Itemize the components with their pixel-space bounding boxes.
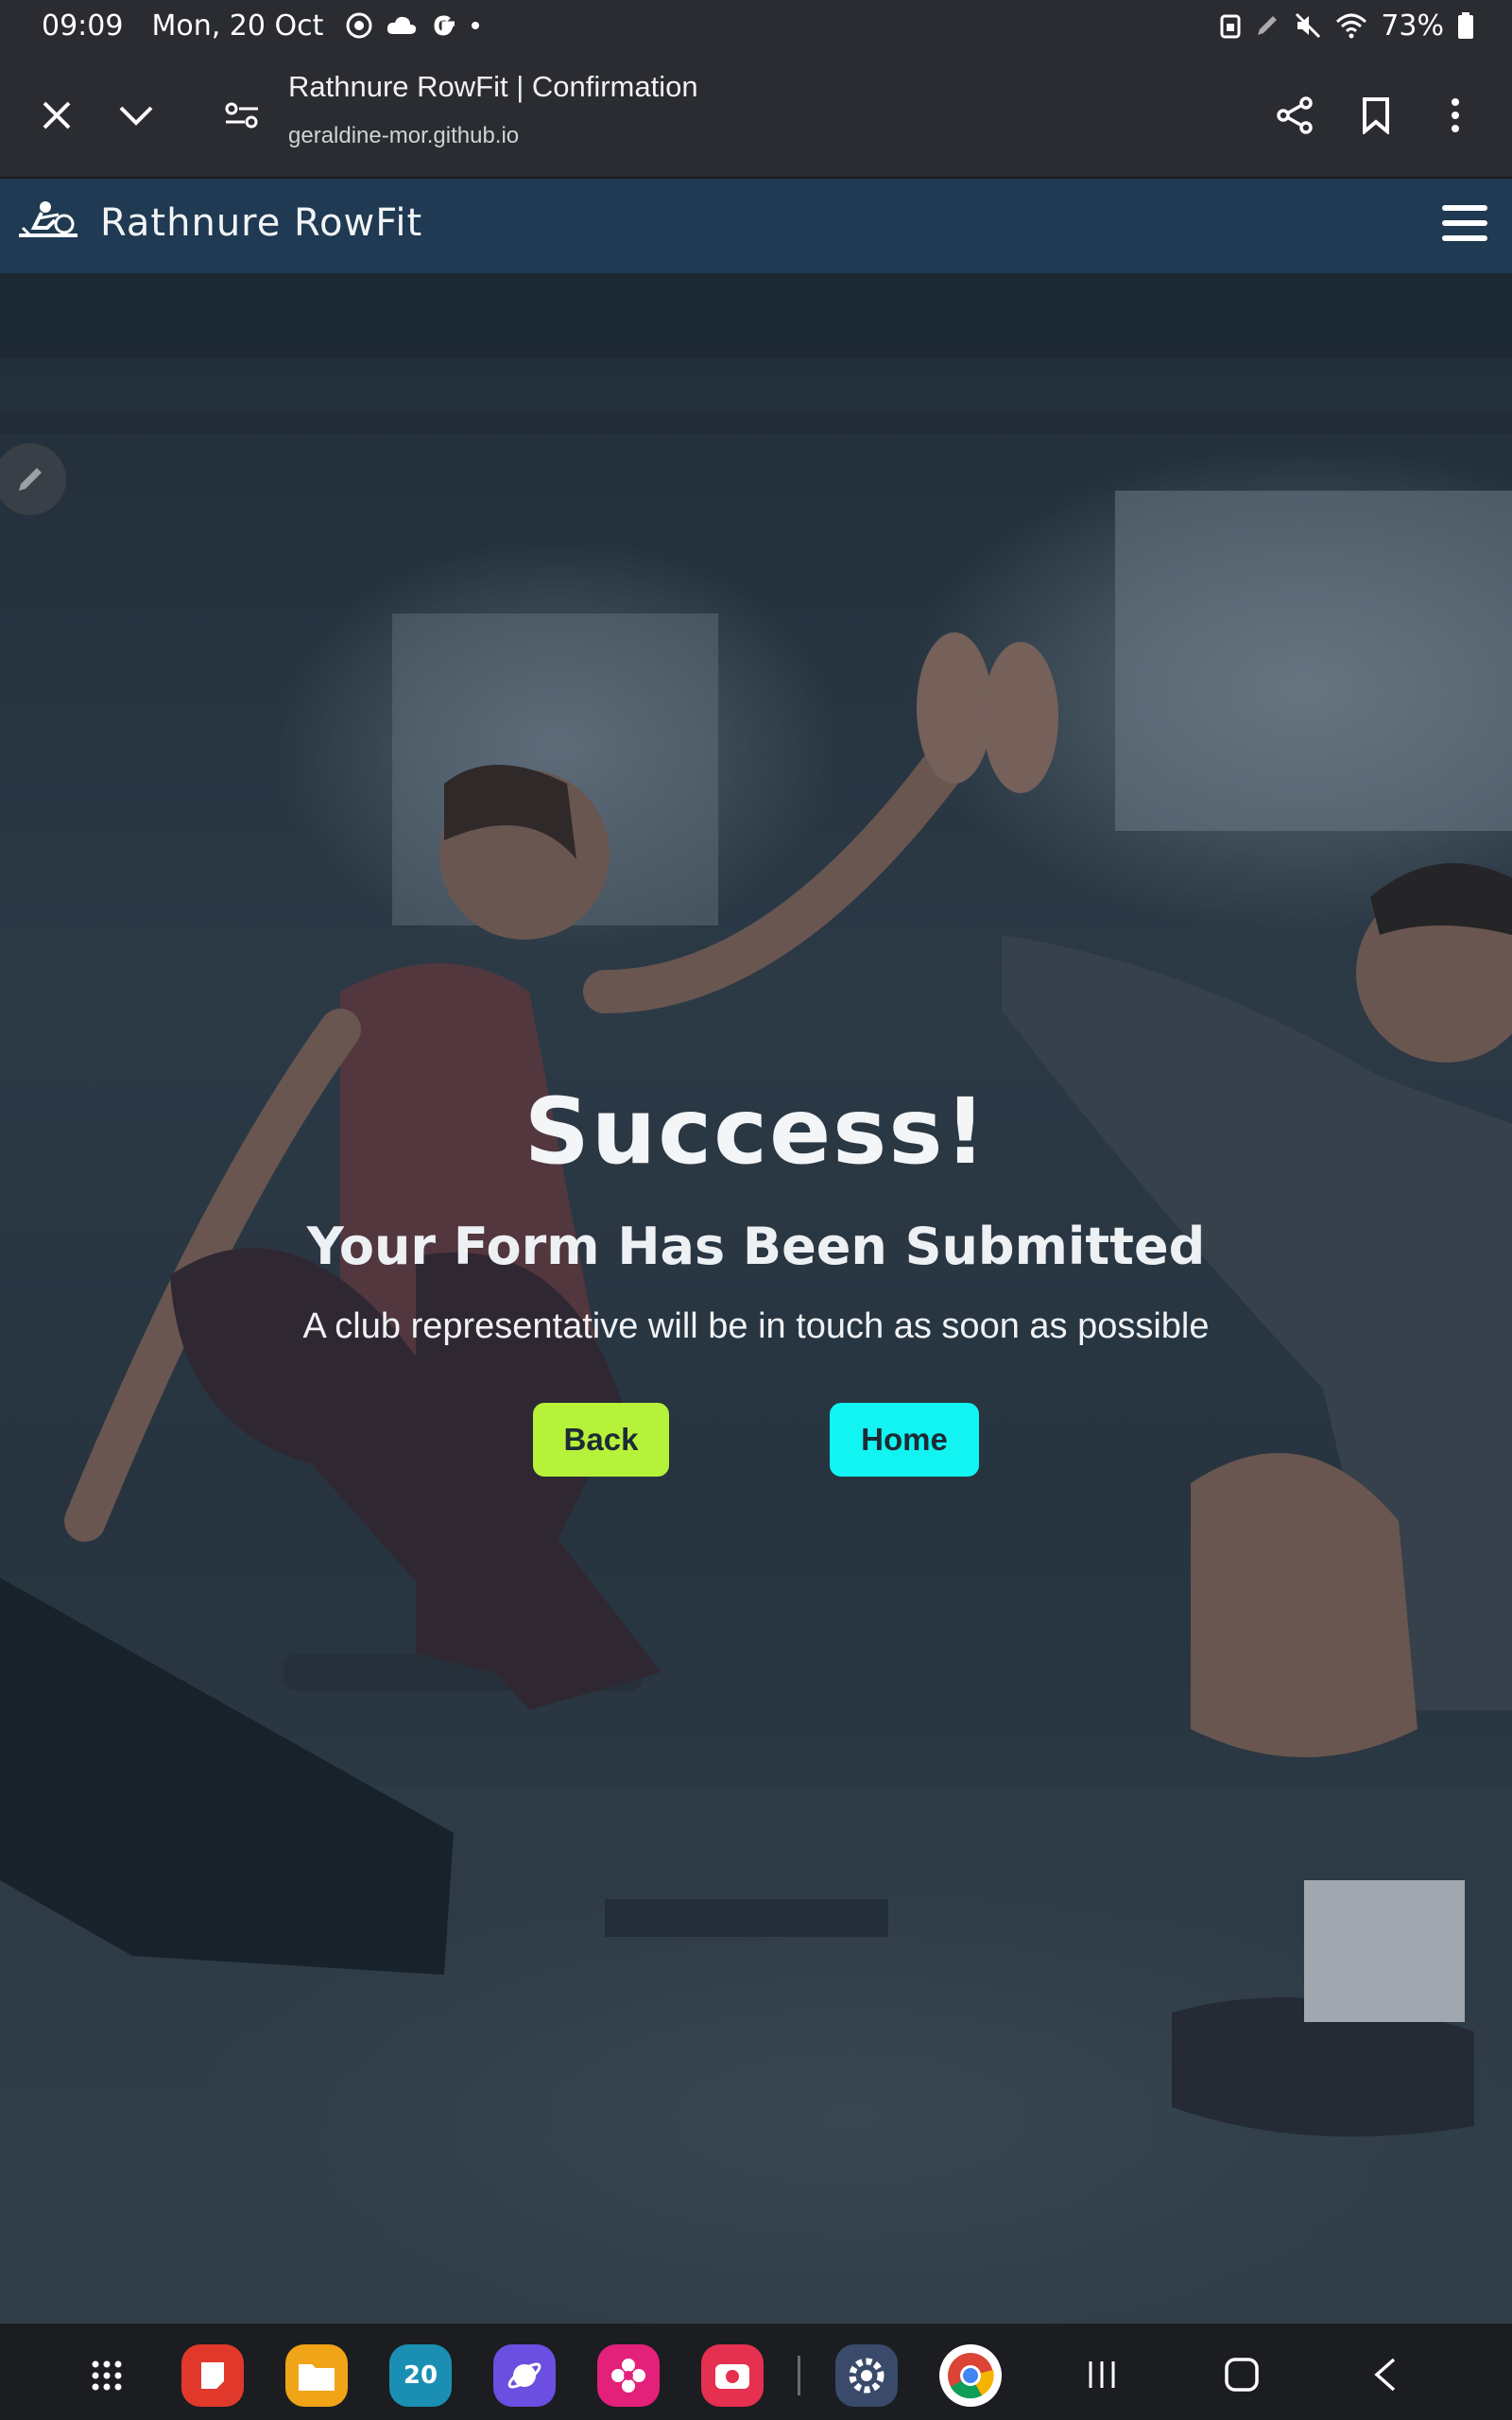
internet-app-icon[interactable] (493, 2344, 556, 2407)
success-heading: Success! (524, 1079, 988, 1184)
hero-section: Success! Your Form Has Been Submitted A … (0, 273, 1512, 2324)
confirmation-message: A club representative will be in touch a… (302, 1306, 1210, 1346)
page-title[interactable]: Rathnure RowFit | Confirmation (288, 70, 698, 104)
lock-battery-icon (1220, 12, 1241, 39)
home-square-icon (1225, 2358, 1259, 2392)
pen-icon (1254, 12, 1280, 39)
back-button[interactable]: Back (533, 1403, 669, 1477)
wifi-icon (1335, 12, 1367, 39)
site-settings-button[interactable] (215, 89, 268, 142)
notification-icons (344, 10, 480, 41)
back-nav-button[interactable] (1363, 2352, 1408, 2397)
files-app-icon[interactable] (285, 2344, 348, 2407)
notes-app-icon[interactable] (181, 2344, 244, 2407)
google-icon (429, 10, 459, 41)
home-button[interactable]: Home (830, 1403, 979, 1477)
page-url[interactable]: geraldine-mor.github.io (288, 123, 519, 149)
rower-logo-icon[interactable] (17, 199, 79, 243)
brand-name[interactable]: Rathnure RowFit (100, 201, 422, 245)
sync-icon (344, 10, 374, 41)
calendar-day: 20 (403, 2361, 438, 2390)
hamburger-line (1442, 205, 1487, 211)
dot-icon (471, 21, 480, 30)
calendar-app-icon[interactable]: 20 (389, 2344, 452, 2407)
submitted-subheading: Your Form Has Been Submitted (306, 1217, 1206, 1276)
bookmark-button[interactable] (1349, 89, 1402, 142)
browser-toolbar: Rathnure RowFit | Confirmation geraldine… (0, 51, 1512, 180)
battery-icon (1457, 11, 1474, 40)
camera-app-icon[interactable] (701, 2344, 764, 2407)
mute-icon (1294, 11, 1322, 40)
share-button[interactable] (1268, 89, 1321, 142)
system-icons: 73% (1220, 0, 1474, 51)
flower-app-icon[interactable] (597, 2344, 660, 2407)
hamburger-line (1442, 220, 1487, 226)
status-time: 09:09 (42, 9, 124, 43)
back-chevron-icon (1374, 2358, 1396, 2392)
chevron-down-icon (119, 106, 153, 126)
status-bar: 09:09 Mon, 20 Oct 73% (0, 0, 1512, 51)
recents-icon (1089, 2361, 1115, 2388)
app-drawer-button[interactable] (76, 2344, 138, 2407)
cloud-icon (386, 13, 418, 38)
recent-apps-button[interactable] (1079, 2352, 1125, 2397)
settings-app-icon[interactable] (835, 2344, 898, 2407)
bookmark-icon (1363, 97, 1389, 134)
close-icon (43, 101, 71, 130)
hamburger-menu-button[interactable] (1442, 205, 1487, 245)
battery-percent: 73% (1381, 9, 1444, 43)
more-vert-icon (1452, 98, 1459, 132)
hero-overlay (0, 273, 1512, 2324)
tune-icon (225, 102, 258, 129)
site-navbar: Rathnure RowFit (0, 179, 1512, 273)
share-icon (1277, 96, 1313, 134)
more-options-button[interactable] (1429, 89, 1482, 142)
dock-divider (798, 2356, 800, 2395)
pencil-icon (19, 468, 42, 491)
system-navigation-bar: 20 (0, 2324, 1512, 2420)
chrome-app-icon[interactable] (939, 2344, 1002, 2407)
home-nav-button[interactable] (1219, 2352, 1264, 2397)
status-date: Mon, 20 Oct (151, 9, 324, 43)
close-tab-button[interactable] (30, 89, 83, 142)
minimize-tab-button[interactable] (110, 89, 163, 142)
apps-grid-icon (92, 2360, 122, 2391)
hamburger-line (1442, 235, 1487, 241)
